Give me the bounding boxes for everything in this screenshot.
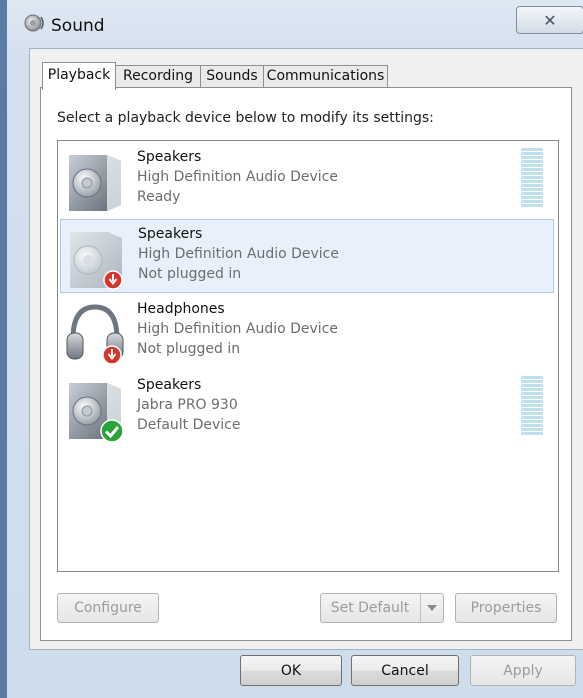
device-status: Not plugged in: [138, 266, 242, 282]
properties-button[interactable]: Properties: [455, 593, 557, 623]
apply-button[interactable]: Apply: [470, 655, 576, 686]
tab-sounds[interactable]: Sounds: [200, 65, 264, 88]
device-description: High Definition Audio Device: [138, 246, 339, 262]
device-status: Default Device: [137, 417, 241, 433]
device-row[interactable]: Headphones High Definition Audio Device …: [60, 295, 554, 369]
level-meter: [521, 376, 543, 436]
level-meter: [521, 148, 543, 208]
tab-communications[interactable]: Communications: [263, 65, 388, 88]
dialog-body: Playback Recording Sounds Communications…: [29, 48, 583, 650]
device-name: Headphones: [137, 301, 225, 317]
speaker-icon: [69, 155, 121, 211]
close-button[interactable]: ✕: [516, 6, 583, 34]
speaker-icon: [24, 14, 44, 32]
default-check-badge-icon: [100, 419, 124, 443]
device-description: Jabra PRO 930: [137, 397, 238, 413]
ok-button[interactable]: OK: [240, 655, 342, 686]
set-default-label: Set Default: [330, 600, 410, 616]
device-row[interactable]: Speakers Jabra PRO 930 Default Device: [60, 371, 554, 445]
unplugged-badge-icon: [102, 345, 122, 365]
sound-dialog: Sound ✕ Playback Recording Sounds Commun…: [0, 0, 583, 698]
device-status: Ready: [137, 189, 181, 205]
configure-button[interactable]: Configure: [57, 593, 159, 623]
tab-recording[interactable]: Recording: [115, 65, 201, 88]
set-default-button[interactable]: Set Default: [320, 593, 444, 623]
cancel-button[interactable]: Cancel: [351, 655, 459, 686]
device-name: Speakers: [137, 149, 202, 165]
playback-panel: Select a playback device below to modify…: [40, 87, 572, 641]
device-status: Not plugged in: [137, 341, 241, 357]
tab-playback[interactable]: Playback: [42, 62, 116, 90]
device-row[interactable]: Speakers High Definition Audio Device Re…: [60, 143, 554, 217]
close-icon: ✕: [543, 10, 557, 30]
device-row[interactable]: Speakers High Definition Audio Device No…: [60, 219, 554, 293]
window-title: Sound: [51, 16, 105, 36]
device-description: High Definition Audio Device: [137, 321, 338, 337]
unplugged-badge-icon: [103, 270, 123, 290]
device-list[interactable]: Speakers High Definition Audio Device Re…: [57, 140, 559, 572]
title-bar[interactable]: Sound ✕: [7, 0, 583, 44]
device-description: High Definition Audio Device: [137, 169, 338, 185]
chevron-down-icon[interactable]: [420, 594, 443, 622]
instruction-text: Select a playback device below to modify…: [57, 110, 434, 126]
device-name: Speakers: [138, 226, 203, 242]
device-name: Speakers: [137, 377, 202, 393]
